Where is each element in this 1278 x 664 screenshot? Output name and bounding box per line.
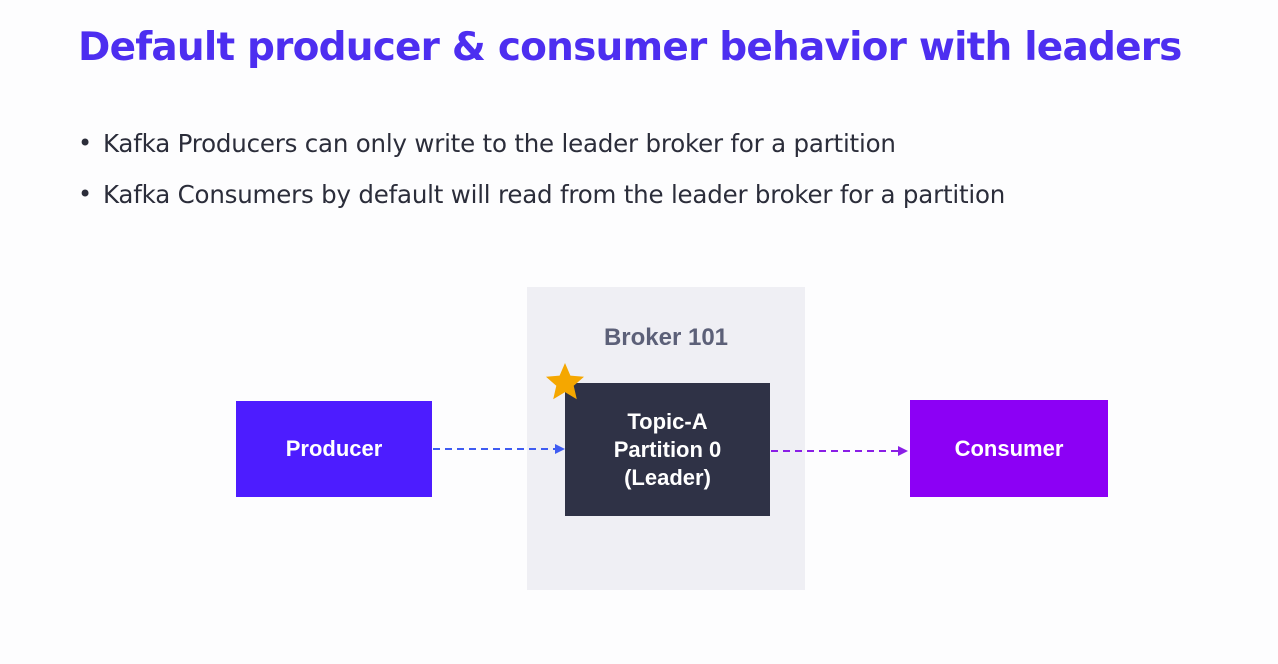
- partition-number-label: Partition 0: [613, 436, 722, 462]
- partition-role-label: (Leader): [624, 464, 711, 490]
- partition-topic-label: Topic-A: [627, 408, 708, 434]
- bullet-text: Kafka Consumers by default will read fro…: [103, 180, 1006, 209]
- producer-label: Producer: [285, 436, 383, 461]
- bullet-list: • Kafka Producers can only write to the …: [78, 118, 1005, 220]
- star-icon: [546, 363, 584, 400]
- bullet-text: Kafka Producers can only write to the le…: [103, 129, 896, 158]
- bullet-item: • Kafka Producers can only write to the …: [78, 118, 1005, 169]
- star-shape: [546, 363, 584, 400]
- slide-title: Default producer & consumer behavior wit…: [78, 25, 1182, 70]
- partition-leader-box: Topic-A Partition 0 (Leader): [565, 383, 770, 516]
- bullet-dot: •: [78, 180, 92, 208]
- slide: Default producer & consumer behavior wit…: [0, 0, 1278, 664]
- producer-box: Producer: [236, 401, 432, 497]
- consumer-label: Consumer: [954, 435, 1064, 461]
- broker-label: Broker 101: [603, 324, 729, 351]
- bullet-item: • Kafka Consumers by default will read f…: [78, 169, 1005, 220]
- bullet-dot: •: [78, 129, 92, 157]
- consumer-box: Consumer: [910, 400, 1108, 497]
